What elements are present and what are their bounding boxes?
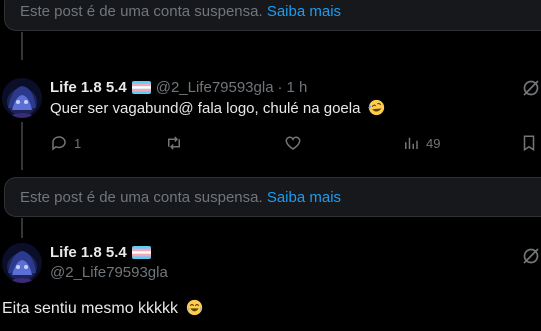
thread-line [21, 32, 23, 60]
analytics-icon [405, 137, 418, 149]
transgender-flag-icon [131, 246, 151, 259]
avatar[interactable] [2, 78, 42, 118]
avatar-image [2, 78, 42, 118]
grok-icon[interactable] [521, 246, 541, 266]
reply-count: 1 [74, 135, 82, 151]
views-button[interactable]: 49 [402, 134, 440, 152]
learn-more-link[interactable]: Saiba mais [267, 189, 341, 206]
like-button[interactable] [284, 134, 308, 152]
suspended-notice-text: Este post é de uma conta suspensa. [20, 3, 263, 20]
display-name[interactable]: Life 1.8 5.4 [50, 79, 127, 96]
repost-button[interactable] [165, 134, 189, 152]
tweet-text-content: Quer ser vagabund@ fala logo, chulé na g… [50, 100, 361, 117]
user-handle[interactable]: @2_Life79593gla [156, 79, 274, 96]
tears-of-joy-emoji-icon [186, 299, 203, 316]
rolling-on-floor-laughing-emoji-icon [367, 99, 385, 116]
avatar-image [2, 243, 42, 283]
display-name[interactable]: Life 1.8 5.4 [50, 244, 127, 261]
reply-icon [52, 136, 66, 151]
tweet-handle-row: @2_Life79593gla [50, 264, 168, 281]
tweet-header: Life 1.8 5.4 [50, 244, 156, 261]
thread-line [21, 122, 23, 170]
tweet-text-content: Eita sentiu mesmo kkkkk [2, 300, 179, 317]
repost-icon [168, 136, 180, 150]
view-count: 49 [426, 135, 441, 151]
learn-more-link[interactable]: Saiba mais [267, 3, 341, 20]
bookmark-button[interactable] [520, 134, 538, 152]
suspended-notice-text: Este post é de uma conta suspensa. [20, 189, 263, 206]
separator-dot: · [277, 79, 283, 96]
grok-icon[interactable] [521, 78, 541, 98]
suspended-post-notice: Este post é de uma conta suspensa. Saiba… [4, 177, 541, 217]
transgender-flag-icon [131, 81, 151, 94]
bookmark-icon [523, 135, 535, 152]
thread-line [21, 218, 23, 238]
heart-icon [285, 136, 301, 150]
timestamp[interactable]: 1 h [287, 79, 308, 96]
tweet-header: Life 1.8 5.4 @2_Life79593gla · 1 h [50, 79, 307, 96]
user-handle[interactable]: @2_Life79593gla [50, 264, 168, 281]
suspended-post-notice: Este post é de uma conta suspensa. Saiba… [4, 0, 541, 31]
tweet-text: Quer ser vagabund@ fala logo, chulé na g… [50, 99, 385, 117]
reply-button[interactable]: 1 [50, 134, 81, 152]
avatar[interactable] [2, 243, 42, 283]
tweet-text: Eita sentiu mesmo kkkkk [2, 299, 203, 318]
